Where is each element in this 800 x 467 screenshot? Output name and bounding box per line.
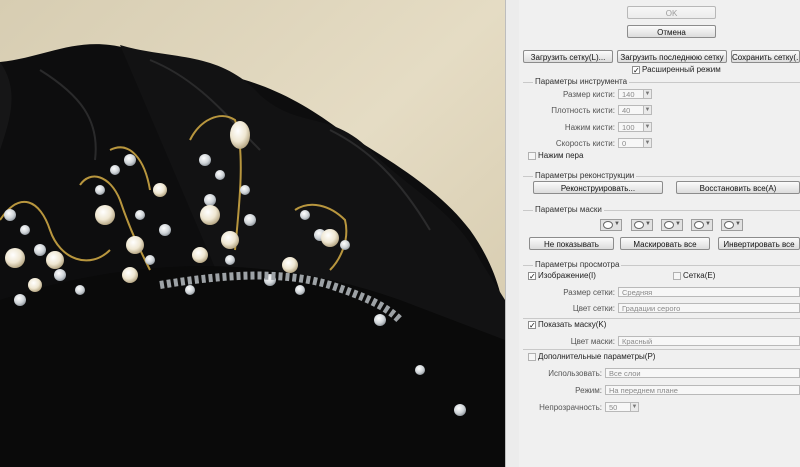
backdrop-mode-select[interactable]: На переднем плане (605, 385, 800, 395)
mesh-color-select[interactable]: Градации серого (618, 303, 800, 313)
liquify-preview-canvas[interactable] (0, 0, 505, 467)
view-options-title: Параметры просмотра (533, 260, 622, 269)
mask-add-icon[interactable]: ▼ (631, 219, 653, 231)
stylus-pressure-label: Нажим пера (538, 151, 584, 160)
brush-rate-label: Скорость кисти: (555, 139, 615, 148)
tool-options-title: Параметры инструмента (533, 77, 630, 86)
backdrop-checkbox[interactable] (528, 353, 536, 361)
show-mask-checkbox[interactable]: ✓ (528, 321, 536, 330)
invert-all-button[interactable]: Инвертировать все (718, 237, 800, 250)
brush-size-label: Размер кисти: (562, 90, 615, 99)
backdrop-mode-label: Режим: (575, 386, 602, 395)
brush-density-field[interactable]: 40 (618, 105, 644, 115)
checkmark-icon: ✓ (529, 272, 536, 281)
brush-rate-field[interactable]: 0 (618, 138, 644, 148)
mesh-size-select[interactable]: Средняя (618, 287, 800, 297)
mask-subtract-icon[interactable]: ▼ (661, 219, 683, 231)
show-image-checkbox[interactable]: ✓ (528, 272, 536, 281)
show-mask-label: Показать маску(K) (538, 320, 607, 329)
brush-density-label: Плотность кисти: (551, 106, 615, 115)
reconstruct-button[interactable]: Реконструировать... (533, 181, 663, 194)
advanced-mode-checkbox[interactable]: ✓ (632, 66, 640, 75)
dropdown-arrow-icon: ▼ (644, 91, 651, 97)
mask-invert-icon[interactable]: ▼ (721, 219, 743, 231)
mask-color-label: Цвет маски: (570, 337, 615, 346)
show-mesh-checkbox[interactable] (673, 272, 681, 280)
mask-color-select[interactable]: Красный (618, 336, 800, 346)
brush-pressure-dropdown[interactable]: ▼ (643, 122, 652, 132)
load-mesh-button[interactable]: Загрузить сетку(L)... (523, 50, 613, 63)
canvas-scroll-edge (505, 0, 520, 467)
brush-size-field[interactable]: 140 (618, 89, 644, 99)
backdrop-opacity-dropdown[interactable]: ▼ (630, 402, 639, 412)
cancel-button[interactable]: Отмена (627, 25, 716, 38)
show-mask-divider (523, 318, 800, 319)
backdrop-use-select[interactable]: Все слои (605, 368, 800, 378)
stylus-pressure-checkbox[interactable] (528, 152, 536, 160)
load-last-mesh-button[interactable]: Загрузить последнюю сетку (617, 50, 727, 63)
dropdown-arrow-icon: ▼ (644, 107, 651, 113)
backdrop-label: Дополнительные параметры(P) (538, 352, 656, 361)
mesh-size-label: Размер сетки: (563, 288, 615, 297)
brush-pressure-field[interactable]: 100 (618, 122, 644, 132)
dropdown-arrow-icon: ▼ (631, 404, 638, 410)
dropdown-arrow-icon: ▼ (644, 140, 651, 146)
brush-rate-dropdown[interactable]: ▼ (643, 138, 652, 148)
liquify-options-panel: OK Отмена Загрузить сетку(L)... Загрузит… (519, 0, 800, 467)
restore-all-button[interactable]: Восстановить все(A) (676, 181, 800, 194)
checkmark-icon: ✓ (529, 321, 536, 330)
ok-button[interactable]: OK (627, 6, 716, 19)
show-mesh-label: Сетка(E) (683, 271, 716, 280)
backdrop-divider (523, 349, 800, 350)
mask-options-title: Параметры маски (533, 205, 604, 214)
reconstruct-title: Параметры реконструкции (533, 171, 637, 180)
backdrop-use-label: Использовать: (548, 369, 602, 378)
mask-none-button[interactable]: Не показывать (529, 237, 614, 250)
brush-density-dropdown[interactable]: ▼ (643, 105, 652, 115)
backdrop-opacity-field[interactable]: 50 (605, 402, 631, 412)
show-image-label: Изображение(I) (538, 271, 596, 280)
dropdown-arrow-icon: ▼ (644, 124, 651, 130)
mesh-color-label: Цвет сетки: (572, 304, 615, 313)
checkmark-icon: ✓ (633, 66, 640, 75)
advanced-mode-label: Расширенный режим (642, 65, 721, 74)
save-mesh-button[interactable]: Сохранить сетку(...) (731, 50, 800, 63)
mask-intersect-icon[interactable]: ▼ (691, 219, 713, 231)
backdrop-opacity-label: Непрозрачность: (539, 403, 602, 412)
mask-replace-icon[interactable]: ▼ (600, 219, 622, 231)
brush-size-dropdown[interactable]: ▼ (643, 89, 652, 99)
mask-all-button[interactable]: Маскировать все (620, 237, 710, 250)
brush-pressure-label: Нажим кисти: (564, 123, 615, 132)
tiara-photo (0, 0, 505, 467)
